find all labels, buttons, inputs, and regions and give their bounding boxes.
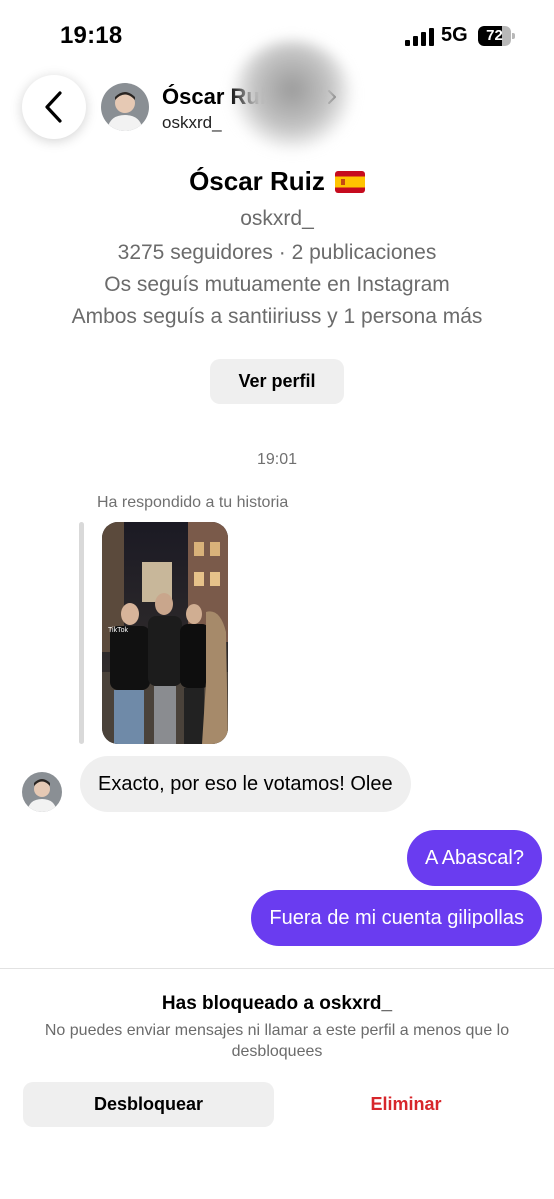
header-username: oskxrd_: [162, 113, 222, 132]
received-message[interactable]: Exacto, por eso le votamos! Olee: [80, 756, 411, 812]
cellular-signal-icon: [405, 28, 434, 46]
profile-name-row: Óscar Ruiz: [0, 166, 554, 197]
profile-name: Óscar Ruiz: [189, 166, 325, 196]
message-timestamp: 19:01: [256, 451, 298, 468]
blocked-title: Has bloqueado a oskxrd_: [161, 993, 393, 1014]
unblock-button[interactable]: Desbloquear: [23, 1082, 274, 1127]
chevron-left-icon: [45, 91, 62, 123]
battery-level: 72: [486, 27, 503, 44]
sender-avatar[interactable]: [22, 772, 62, 812]
status-time: 19:18: [60, 22, 123, 49]
chat-screen: 19:18 5G 72 Óscar Ruiz oskxrd_ Óscar Rui…: [0, 0, 554, 1199]
sent-message[interactable]: A Abascal?: [407, 830, 542, 886]
profile-stats: 3275 seguidores · 2 publicaciones: [117, 241, 437, 264]
divider: [0, 968, 554, 969]
sent-message[interactable]: Fuera de mi cuenta gilipollas: [251, 890, 542, 946]
story-reply-caption: Ha respondido a tu historia: [97, 494, 289, 511]
back-button[interactable]: [22, 75, 86, 139]
header-avatar[interactable]: [101, 83, 149, 131]
battery-icon: 72: [478, 26, 516, 46]
story-reply-bar: [79, 522, 84, 744]
shared-follows-text: Ambos seguís a santiiriuss y 1 persona m…: [71, 305, 483, 328]
svg-text:TikTok: TikTok: [108, 627, 128, 634]
network-type: 5G: [441, 24, 468, 46]
profile-username: oskxrd_: [240, 207, 314, 230]
delete-button[interactable]: Eliminar: [286, 1082, 526, 1127]
blurred-region: [232, 40, 352, 150]
spain-flag-icon: [334, 170, 365, 193]
story-thumbnail[interactable]: TikTok: [102, 522, 228, 744]
mutual-follow-text: Os seguís mutuamente en Instagram: [104, 273, 450, 296]
view-profile-button[interactable]: Ver perfil: [210, 359, 344, 404]
blocked-description: No puedes enviar mensajes ni llamar a es…: [44, 1022, 510, 1060]
